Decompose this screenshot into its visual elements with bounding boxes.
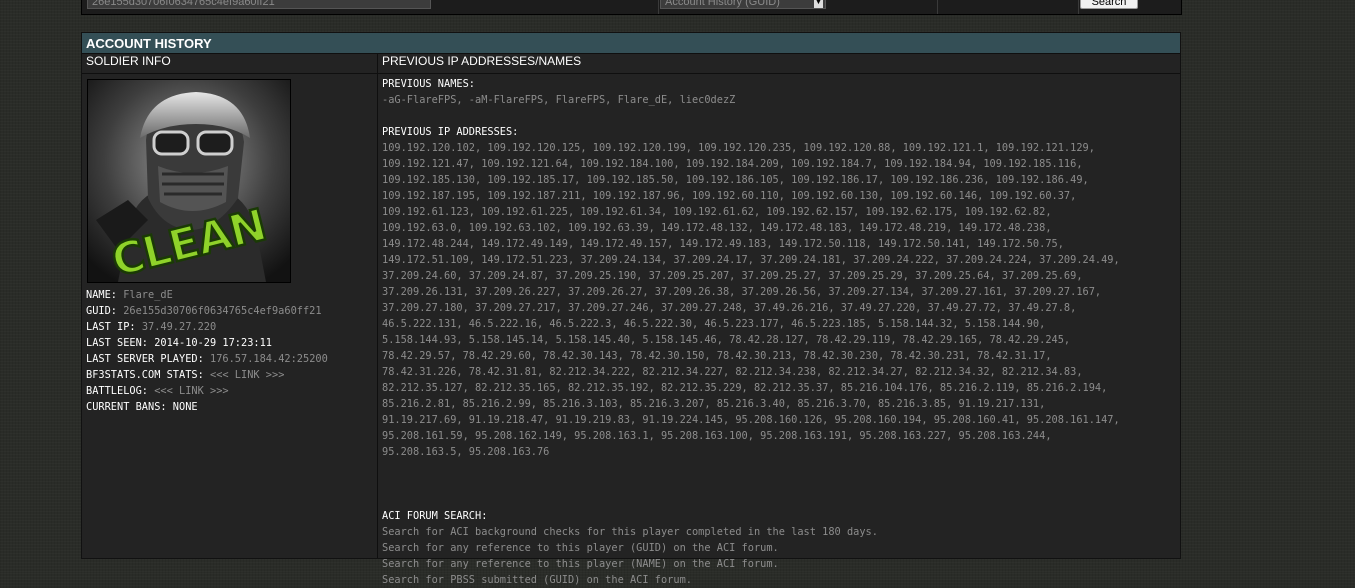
soldier-last-server-row: LAST SERVER PLAYED: 176.57.184.42:25200: [86, 351, 328, 367]
panel-title: ACCOUNT HISTORY: [82, 33, 1180, 54]
bans-value: NONE: [172, 401, 198, 413]
ip-line: 95.208.163.5, 95.208.163.76: [382, 446, 550, 458]
last-server-label: LAST SERVER PLAYED:: [86, 353, 204, 365]
search-input[interactable]: 26e155d30706f0634765c4ef9a60ff21: [87, 0, 431, 9]
last-server-value: 176.57.184.42:25200: [210, 353, 328, 365]
account-history-panel: ACCOUNT HISTORY SOLDIER INFO PREVIOUS IP…: [81, 32, 1181, 586]
ip-line: 46.5.222.131, 46.5.222.16, 46.5.222.3, 4…: [382, 318, 1046, 330]
ip-line: 78.42.29.57, 78.42.29.60, 78.42.30.143, …: [382, 350, 1052, 362]
guid-value: 26e155d30706f0634765c4ef9a60ff21: [123, 305, 322, 317]
search-type-select[interactable]: Account History (GUID) ▼: [660, 0, 826, 9]
chevron-down-icon[interactable]: ▼: [814, 0, 823, 8]
search-type-label: Account History (GUID): [665, 0, 780, 8]
previous-history-column: PREVIOUS NAMES: -aG-FlareFPS, -aM-FlareF…: [378, 74, 1180, 586]
ip-line: 78.42.31.226, 78.42.31.81, 82.212.34.222…: [382, 366, 1083, 378]
soldier-info-column: CLEAN NAME: Flare_dE GUID: 26e155d30706f…: [82, 74, 378, 558]
last-ip-value: 37.49.27.220: [141, 321, 217, 333]
ip-line: 149.172.48.244, 149.172.49.149, 149.172.…: [382, 238, 1064, 250]
soldier-bans-row: CURRENT BANS: NONE: [86, 399, 328, 415]
ip-line: 109.192.61.123, 109.192.61.225, 109.192.…: [382, 206, 1052, 218]
name-value: Flare_dE: [123, 289, 173, 301]
aci-forum-heading: ACI FORUM SEARCH:: [382, 510, 488, 522]
ip-line: 37.209.27.180, 37.209.27.217, 37.209.27.…: [382, 302, 1077, 314]
ip-line: 109.192.63.0, 109.192.63.102, 109.192.63…: [382, 222, 1052, 234]
ip-line: 91.19.217.69, 91.19.218.47, 91.19.219.83…: [382, 414, 1120, 426]
ip-line: 82.212.35.127, 82.212.35.165, 82.212.35.…: [382, 382, 1108, 394]
search-bar-cell: [938, 0, 1079, 14]
bf3stats-link[interactable]: <<< LINK >>>: [210, 369, 284, 381]
ip-line: 149.172.51.109, 149.172.51.223, 37.209.2…: [382, 254, 1120, 266]
aci-background-check-link[interactable]: Search for ACI background checks for thi…: [382, 524, 878, 540]
search-bar: 26e155d30706f0634765c4ef9a60ff21 Account…: [81, 0, 1182, 15]
soldier-last-ip-row: LAST IP: 37.49.27.220: [86, 319, 328, 335]
battlelog-link[interactable]: <<< LINK >>>: [154, 385, 228, 397]
ip-line: 37.209.24.60, 37.209.24.87, 37.209.25.19…: [382, 270, 1083, 282]
soldier-avatar: CLEAN: [87, 79, 291, 283]
previous-ips-heading: PREVIOUS IP ADDRESSES:: [382, 126, 519, 138]
ip-line: 109.192.121.47, 109.192.121.64, 109.192.…: [382, 158, 1083, 170]
soldier-last-seen-row: LAST SEEN: 2014-10-29 17:23:11: [86, 335, 328, 351]
avatar-image: CLEAN: [88, 80, 290, 282]
previous-ip-names-header: PREVIOUS IP ADDRESSES/NAMES: [378, 54, 1180, 74]
ip-line: 95.208.161.59, 95.208.162.149, 95.208.16…: [382, 430, 1052, 442]
ip-line: 109.192.187.195, 109.192.187.211, 109.19…: [382, 190, 1077, 202]
soldier-details: NAME: Flare_dE GUID: 26e155d30706f063476…: [86, 287, 328, 415]
name-label: NAME:: [86, 289, 117, 301]
previous-ips-section: PREVIOUS IP ADDRESSES: 109.192.120.102, …: [382, 124, 1120, 460]
last-seen-value: 2014-10-29 17:23:11: [154, 337, 272, 349]
aci-guid-reference-link[interactable]: Search for any reference to this player …: [382, 540, 878, 556]
search-button[interactable]: Search: [1080, 0, 1138, 9]
aci-forum-section: ACI FORUM SEARCH: Search for ACI backgro…: [382, 508, 878, 588]
soldier-info-header: SOLDIER INFO: [82, 54, 378, 74]
soldier-bf3stats-row: BF3STATS.COM STATS: <<< LINK >>>: [86, 367, 328, 383]
aci-pbss-link[interactable]: Search for PBSS submitted (GUID) on the …: [382, 572, 878, 588]
soldier-name-row: NAME: Flare_dE: [86, 287, 328, 303]
previous-names-heading: PREVIOUS NAMES:: [382, 78, 475, 90]
previous-names-section: PREVIOUS NAMES: -aG-FlareFPS, -aM-FlareF…: [382, 76, 735, 108]
ip-line: 37.209.26.131, 37.209.26.227, 37.209.26.…: [382, 286, 1102, 298]
soldier-guid-row: GUID: 26e155d30706f0634765c4ef9a60ff21: [86, 303, 328, 319]
ip-line: 85.216.2.81, 85.216.2.99, 85.216.3.103, …: [382, 398, 1046, 410]
bans-label: CURRENT BANS:: [86, 401, 167, 413]
last-ip-label: LAST IP:: [86, 321, 136, 333]
ip-line: 5.158.144.93, 5.158.145.14, 5.158.145.40…: [382, 334, 1071, 346]
ip-line: 109.192.185.130, 109.192.185.17, 109.192…: [382, 174, 1089, 186]
aci-name-reference-link[interactable]: Search for any reference to this player …: [382, 556, 878, 572]
soldier-battlelog-row: BATTLELOG: <<< LINK >>>: [86, 383, 328, 399]
previous-names-value: -aG-FlareFPS, -aM-FlareFPS, FlareFPS, Fl…: [382, 94, 736, 106]
guid-label: GUID:: [86, 305, 117, 317]
ip-line: 109.192.120.102, 109.192.120.125, 109.19…: [382, 142, 1095, 154]
bf3stats-label: BF3STATS.COM STATS:: [86, 369, 204, 381]
last-seen-label: LAST SEEN:: [86, 337, 148, 349]
battlelog-label: BATTLELOG:: [86, 385, 148, 397]
